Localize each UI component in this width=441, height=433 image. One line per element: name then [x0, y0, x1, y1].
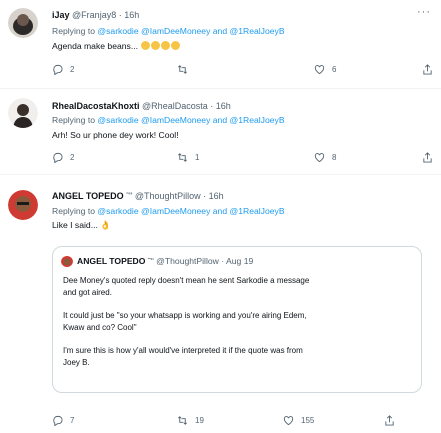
mention-links[interactable]: @sarkodie @IamDeeMoneey and @1RealJoeyB — [97, 26, 284, 36]
replying-to: Replying to @sarkodie @IamDeeMoneey and … — [52, 26, 285, 36]
share-button[interactable] — [422, 64, 440, 75]
timestamp[interactable]: · 16h — [203, 191, 224, 201]
quote-text-line: Kwaw and co? Cool" — [63, 323, 137, 332]
author-handle[interactable]: @RhealDacosta — [142, 101, 208, 111]
retweet-icon — [178, 65, 187, 74]
author-name[interactable]: ANGEL TOPEDO — [52, 191, 124, 201]
quote-text-line: and got aired. — [63, 288, 112, 297]
share-button[interactable] — [422, 152, 440, 163]
avatar[interactable] — [8, 98, 38, 128]
avatar[interactable] — [8, 190, 38, 220]
grin-emoji-icon — [151, 41, 161, 50]
grin-emoji-icon — [171, 41, 181, 50]
retweet-count: 1 — [195, 153, 200, 162]
like-count: 155 — [301, 416, 315, 425]
name-badge: ˜ʺ — [145, 256, 154, 266]
quote-author-name: ANGEL TOPEDO — [77, 256, 146, 266]
reply-icon — [53, 152, 63, 163]
quote-text-line: It could just be "so your whatsapp is wo… — [63, 311, 307, 320]
tweet-3[interactable]: ANGEL TOPEDO ˜ʺ @ThoughtPillow · 16h Rep… — [0, 174, 441, 433]
heart-icon — [314, 153, 325, 163]
retweet-button[interactable] — [177, 64, 195, 75]
reply-icon — [53, 64, 63, 75]
grin-emoji-icon — [161, 41, 171, 50]
tweet-actions: 7 19 155 — [52, 415, 432, 429]
heart-icon — [314, 65, 325, 75]
tweet-text: Agenda make beans... — [52, 41, 181, 51]
quote-timestamp: · Aug 19 — [221, 256, 254, 266]
quote-text-line: Joey B. — [63, 358, 90, 367]
reply-count: 7 — [70, 416, 75, 425]
tweet-2[interactable]: RhealDacostaKhoxti @RhealDacosta · 16h R… — [0, 88, 441, 175]
tweet-text: Like I said... 👌 — [52, 220, 111, 230]
timestamp[interactable]: · 16h — [210, 101, 231, 111]
heart-icon — [283, 416, 294, 426]
like-count: 8 — [332, 153, 337, 162]
reply-count: 2 — [70, 153, 75, 162]
tweet-actions: 2 1 8 — [52, 152, 432, 166]
tweet-header: RhealDacostaKhoxti @RhealDacosta · 16h — [52, 101, 231, 111]
quoted-tweet[interactable]: ANGEL TOPEDO ˜ʺ @ThoughtPillow · Aug 19 … — [52, 246, 422, 393]
reply-icon — [53, 415, 63, 426]
reply-button[interactable]: 2 — [52, 64, 74, 75]
author-handle[interactable]: @ThoughtPillow — [135, 191, 201, 201]
tweet-1[interactable]: iJay @Franjay8 · 16h ··· Replying to @sa… — [0, 0, 441, 89]
mention-links[interactable]: @sarkodie @IamDeeMoneey and @1RealJoeyB — [97, 206, 284, 216]
retweet-button[interactable]: 1 — [177, 152, 199, 163]
share-icon — [423, 64, 432, 75]
tweet-header: iJay @Franjay8 · 16h — [52, 10, 139, 20]
reply-button[interactable]: 2 — [52, 152, 74, 163]
retweet-button[interactable]: 19 — [177, 415, 204, 426]
quote-text-line: I'm sure this is how y'all would've inte… — [63, 346, 303, 355]
more-dots-icon[interactable]: ··· — [417, 6, 431, 18]
like-button[interactable]: 8 — [314, 152, 336, 163]
retweet-count: 19 — [195, 416, 204, 425]
replying-to: Replying to @sarkodie @IamDeeMoneey and … — [52, 115, 285, 125]
name-badge: ˜ʺ — [123, 191, 133, 201]
like-count: 6 — [332, 65, 337, 74]
like-button[interactable]: 155 — [283, 415, 314, 426]
share-icon — [385, 415, 394, 426]
author-name[interactable]: RhealDacostaKhoxti — [52, 101, 140, 111]
share-icon — [423, 152, 432, 163]
reply-button[interactable]: 7 — [52, 415, 74, 426]
like-button[interactable]: 6 — [314, 64, 336, 75]
replying-to: Replying to @sarkodie @IamDeeMoneey and … — [52, 206, 285, 216]
quote-header: ANGEL TOPEDO ˜ʺ @ThoughtPillow · Aug 19 — [77, 256, 253, 266]
grin-emoji-icon — [141, 41, 151, 50]
retweet-icon — [178, 416, 187, 425]
tweet-actions: 2 6 — [52, 64, 432, 78]
retweet-icon — [178, 153, 187, 162]
share-button[interactable] — [384, 415, 402, 426]
quote-avatar — [61, 255, 73, 267]
quote-author-handle: @ThoughtPillow — [156, 256, 219, 266]
author-name[interactable]: iJay — [52, 10, 70, 20]
tweet-header: ANGEL TOPEDO ˜ʺ @ThoughtPillow · 16h — [52, 191, 224, 201]
author-handle[interactable]: @Franjay8 — [72, 10, 116, 20]
timestamp[interactable]: · 16h — [119, 10, 140, 20]
mention-links[interactable]: @sarkodie @IamDeeMoneey and @1RealJoeyB — [97, 115, 284, 125]
tweet-text: Arh! So ur phone dey work! Cool! — [52, 130, 179, 140]
reply-count: 2 — [70, 65, 75, 74]
quote-text-line: Dee Money's quoted reply doesn't mean he… — [63, 276, 310, 285]
avatar[interactable] — [8, 8, 38, 38]
